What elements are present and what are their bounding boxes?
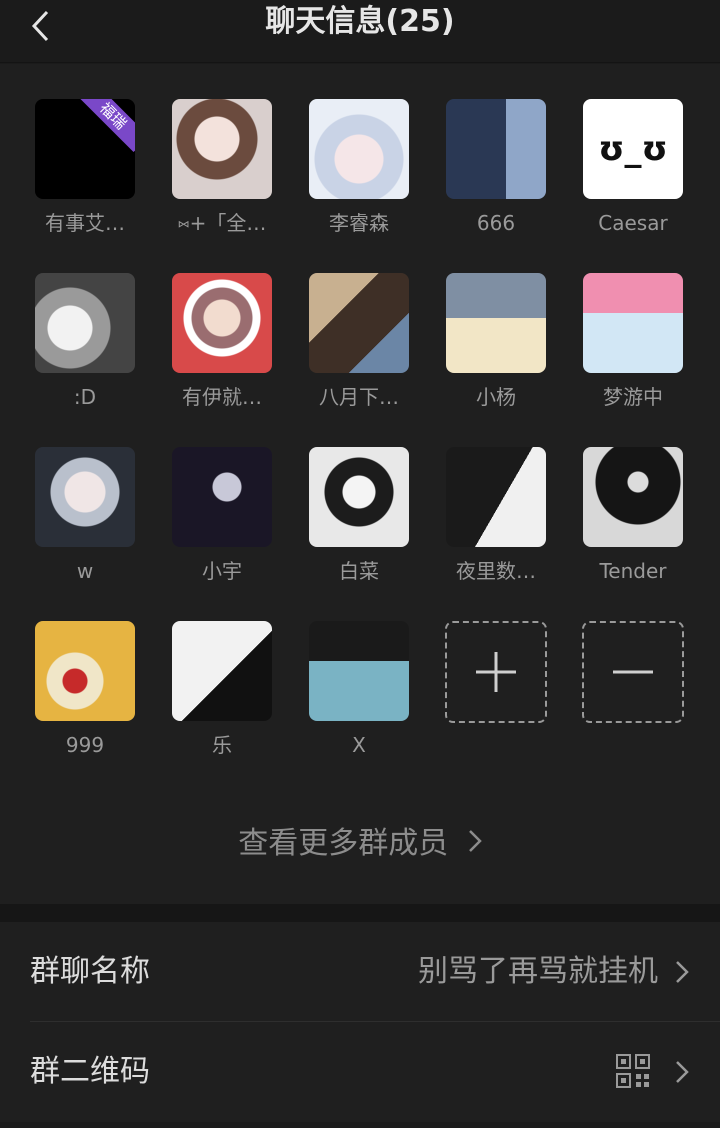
chevron-right-icon	[670, 956, 694, 988]
avatar[interactable]	[446, 99, 546, 199]
page-title: 聊天信息(25)	[265, 4, 455, 39]
group-name-value: 别骂了再骂就挂机	[418, 954, 658, 989]
member-name: w	[76, 559, 94, 583]
chevron-right-icon	[670, 1056, 694, 1088]
avatar[interactable]	[172, 447, 272, 547]
view-more-label: 查看更多群成员	[238, 826, 449, 861]
avatar[interactable]	[309, 621, 409, 721]
avatar[interactable]	[35, 447, 135, 547]
member-name: 乐	[212, 733, 232, 757]
member-name: Tender	[599, 559, 667, 583]
member-item[interactable]: 小杨	[445, 273, 547, 411]
member-item[interactable]: 八月下…	[308, 273, 410, 411]
member-item[interactable]: Tender	[582, 447, 684, 585]
member-item[interactable]: ʊ_ʊ Caesar	[582, 99, 684, 237]
top-bar: 聊天信息(25)	[0, 0, 720, 63]
group-name-label: 群聊名称	[30, 954, 150, 989]
member-item[interactable]: 福瑞 有事艾…	[34, 99, 136, 237]
member-name: X	[352, 733, 366, 757]
member-item[interactable]: 有伊就…	[171, 273, 273, 411]
member-name: 999	[65, 733, 105, 757]
member-item[interactable]: :D	[34, 273, 136, 411]
avatar[interactable]	[446, 447, 546, 547]
member-name: :D	[73, 385, 97, 409]
member-item[interactable]: 999	[34, 621, 136, 759]
member-name: 有事艾…	[45, 211, 125, 235]
avatar[interactable]	[583, 447, 683, 547]
add-member-button[interactable]	[445, 621, 547, 723]
avatar[interactable]: ʊ_ʊ	[583, 99, 683, 199]
group-qr-row[interactable]: 群二维码	[0, 1022, 720, 1122]
remove-member-box[interactable]	[582, 621, 684, 723]
qr-code-icon	[616, 1054, 650, 1092]
group-qr-label: 群二维码	[30, 1054, 150, 1089]
chevron-right-icon	[468, 826, 482, 861]
member-name: 白菜	[339, 559, 379, 583]
avatar[interactable]	[35, 621, 135, 721]
add-member-box[interactable]	[445, 621, 547, 723]
section-divider	[0, 904, 720, 922]
avatar[interactable]	[172, 273, 272, 373]
view-more-members[interactable]: 查看更多群成员	[0, 818, 720, 862]
member-name: 666	[476, 211, 516, 235]
member-name: Caesar	[598, 211, 668, 235]
avatar[interactable]	[309, 447, 409, 547]
plus-icon	[476, 652, 516, 692]
avatar[interactable]	[172, 621, 272, 721]
member-name: ⑅+「全…	[177, 211, 267, 235]
member-item[interactable]: w	[34, 447, 136, 585]
group-name-row[interactable]: 群聊名称 别骂了再骂就挂机	[0, 922, 720, 1022]
member-name: 梦游中	[603, 385, 663, 409]
member-name: 有伊就…	[182, 385, 262, 409]
member-name: 小杨	[476, 385, 516, 409]
member-item[interactable]: 乐	[171, 621, 273, 759]
avatar[interactable]	[35, 273, 135, 373]
avatar[interactable]	[309, 273, 409, 373]
avatar-text: ʊ_ʊ	[598, 129, 668, 169]
avatar[interactable]	[583, 273, 683, 373]
remove-member-button[interactable]	[582, 621, 684, 723]
member-name: 小宇	[202, 559, 242, 583]
avatar[interactable]	[309, 99, 409, 199]
member-name: 李睿森	[329, 211, 389, 235]
member-name: 八月下…	[319, 385, 399, 409]
member-item[interactable]: 白菜	[308, 447, 410, 585]
avatar[interactable]: 福瑞	[35, 99, 135, 199]
member-item[interactable]: X	[308, 621, 410, 759]
member-item[interactable]: 李睿森	[308, 99, 410, 237]
avatar[interactable]	[446, 273, 546, 373]
minus-icon	[613, 670, 653, 674]
member-item[interactable]: 夜里数…	[445, 447, 547, 585]
member-item[interactable]: 666	[445, 99, 547, 237]
member-item[interactable]: 小宇	[171, 447, 273, 585]
member-grid: 福瑞 有事艾… ⑅+「全… 李睿森 666 ʊ_ʊ Caesar :D 有伊就……	[0, 64, 720, 904]
member-item[interactable]: 梦游中	[582, 273, 684, 411]
avatar[interactable]	[172, 99, 272, 199]
member-name: 夜里数…	[456, 559, 536, 583]
member-item[interactable]: ⑅+「全…	[171, 99, 273, 237]
